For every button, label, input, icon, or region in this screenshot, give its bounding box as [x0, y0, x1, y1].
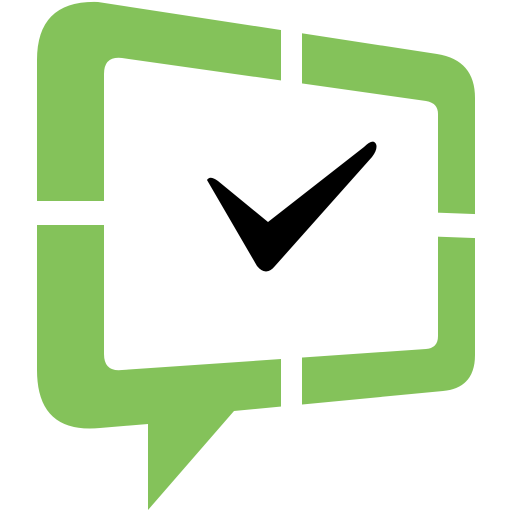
frame-gap-top — [281, 20, 302, 90]
checkmark-icon — [207, 141, 377, 272]
frame-gap-left — [20, 201, 120, 225]
chat-bubble-checkmark-icon — [20, 1, 500, 510]
frame-gap-bottom — [281, 340, 302, 430]
logo-canvas — [0, 0, 512, 512]
frame-gap-right — [420, 212, 500, 239]
